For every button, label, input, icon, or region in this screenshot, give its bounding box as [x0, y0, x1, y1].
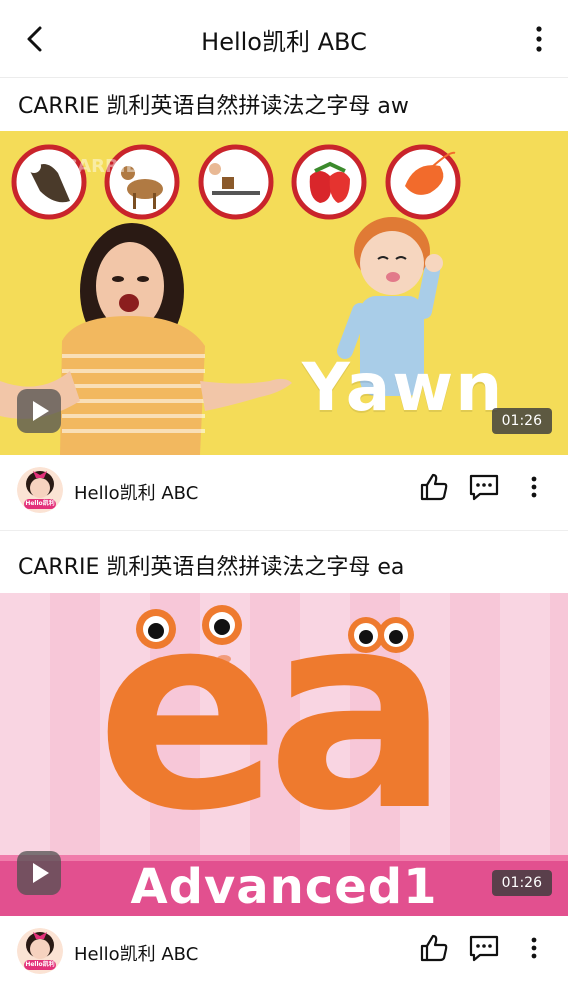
avatar[interactable]: Hello凯利: [17, 928, 63, 974]
thumb-word: ea: [96, 593, 450, 871]
play-icon: [33, 863, 49, 883]
play-icon: [33, 401, 49, 421]
banner-text: Advanced1: [130, 859, 438, 915]
more-vertical-icon[interactable]: [532, 24, 546, 54]
channel-row: Hello凯利 Hello凯利 ABC: [0, 457, 568, 527]
video-thumbnail[interactable]: ea Advanced1 01:26: [0, 593, 568, 916]
more-vertical-icon[interactable]: [518, 471, 550, 503]
channel-name[interactable]: Hello凯利 ABC: [74, 479, 198, 505]
thumb-word: Yawn: [302, 349, 505, 426]
avatar-badge-text: Hello凯利: [25, 500, 55, 507]
watermark: CARRIE: [64, 156, 138, 177]
video-title[interactable]: CARRIE 凯利英语自然拼读法之字母 ea: [18, 549, 404, 581]
page-title: Hello凯利 ABC: [201, 28, 367, 56]
channel-row: Hello凯利 Hello凯利 ABC: [0, 918, 568, 988]
video-thumbnail[interactable]: Yawn CARRIE 01:26: [0, 131, 568, 455]
channel-name[interactable]: Hello凯利 ABC: [74, 940, 198, 966]
thumbs-up-icon[interactable]: [418, 471, 450, 503]
play-button[interactable]: [17, 389, 61, 433]
video-duration: 01:26: [491, 870, 552, 896]
avatar[interactable]: Hello凯利: [17, 467, 63, 513]
thumbs-up-icon[interactable]: [418, 932, 450, 964]
avatar-badge-text: Hello凯利: [25, 961, 55, 968]
video-duration: 01:26: [491, 408, 552, 434]
comment-icon[interactable]: [468, 932, 500, 964]
divider: [0, 530, 568, 531]
video-title[interactable]: CARRIE 凯利英语自然拼读法之字母 aw: [18, 88, 409, 120]
more-vertical-icon[interactable]: [518, 932, 550, 964]
comment-icon[interactable]: [468, 471, 500, 503]
top-bar: Hello凯利 ABC: [0, 0, 568, 78]
play-button[interactable]: [17, 851, 61, 895]
